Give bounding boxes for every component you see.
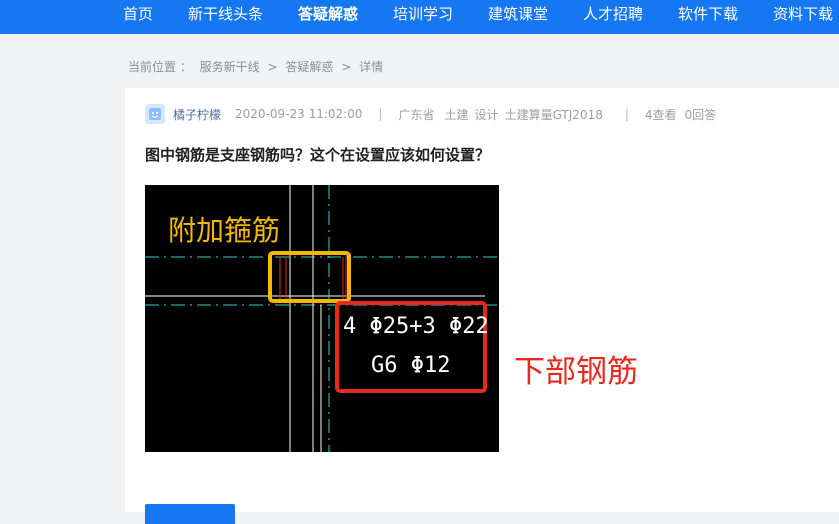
author-name[interactable]: 橘子柠檬 [173, 106, 221, 123]
rebar-spec-line-1: 4 Φ25+3 Φ22 [343, 314, 489, 339]
answer-button[interactable] [145, 504, 235, 524]
breadcrumb-current: 详情 [359, 60, 384, 74]
nav-docs-download[interactable]: 资料下载 [773, 0, 833, 30]
category-tag[interactable]: 土建 [445, 106, 469, 123]
breadcrumb: 当前位置 ： 服务新干线 > 答疑解惑 > 详情 [128, 58, 387, 75]
nav-home[interactable]: 首页 [123, 0, 153, 30]
breadcrumb-qa[interactable]: 答疑解惑 [285, 60, 333, 74]
post-datetime: 2020-09-23 11:02:00 [235, 107, 363, 121]
avatar[interactable] [145, 104, 165, 124]
nav-software-download[interactable]: 软件下载 [678, 0, 738, 30]
breadcrumb-separator: > [267, 60, 278, 74]
user-avatar-icon [149, 108, 161, 120]
meta-divider: | [624, 107, 629, 121]
question-title: 图中钢筋是支座钢筋吗？这个在设置应该如何设置？ [145, 146, 491, 164]
question-image[interactable]: 附加箍筋 4 Φ25+3 Φ22 G6 Φ12 [145, 185, 499, 452]
nav-training[interactable]: 培训学习 [393, 0, 453, 30]
stirrup-highlight-box [268, 251, 351, 303]
bottom-rebar-label: 下部钢筋 [514, 354, 638, 390]
meta-divider: | [378, 107, 383, 121]
stirrup-label: 附加箍筋 [168, 214, 280, 247]
category-tag[interactable]: 设计 [475, 106, 499, 123]
category-tag[interactable]: 土建算量GTJ2018 [505, 106, 603, 123]
breadcrumb-service[interactable]: 服务新干线 [200, 60, 260, 74]
question-meta: 橘子柠檬 2020-09-23 11:02:00 | 广东省 土建 设计 土建算… [145, 104, 724, 124]
answer-count: 0回答 [684, 107, 717, 122]
nav-recruitment[interactable]: 人才招聘 [583, 0, 643, 30]
cad-drawing: 附加箍筋 4 Φ25+3 Φ22 G6 Φ12 [145, 185, 499, 452]
rebar-spec-line-2: G6 Φ12 [371, 353, 450, 378]
nav-qa[interactable]: 答疑解惑 [298, 0, 358, 30]
top-nav-bar: 首页 新干线头条 答疑解惑 培训学习 建筑课堂 人才招聘 软件下载 资料下载 [0, 0, 839, 34]
breadcrumb-prefix: 当前位置 ： [128, 60, 192, 74]
region-tag: 广东省 [398, 107, 435, 122]
breadcrumb-separator: > [341, 60, 352, 74]
question-card: 橘子柠檬 2020-09-23 11:02:00 | 广东省 土建 设计 土建算… [125, 88, 839, 524]
nav-classroom[interactable]: 建筑课堂 [488, 0, 548, 30]
nav-headlines[interactable]: 新干线头条 [188, 0, 263, 30]
view-count: 4查看 [644, 107, 677, 122]
